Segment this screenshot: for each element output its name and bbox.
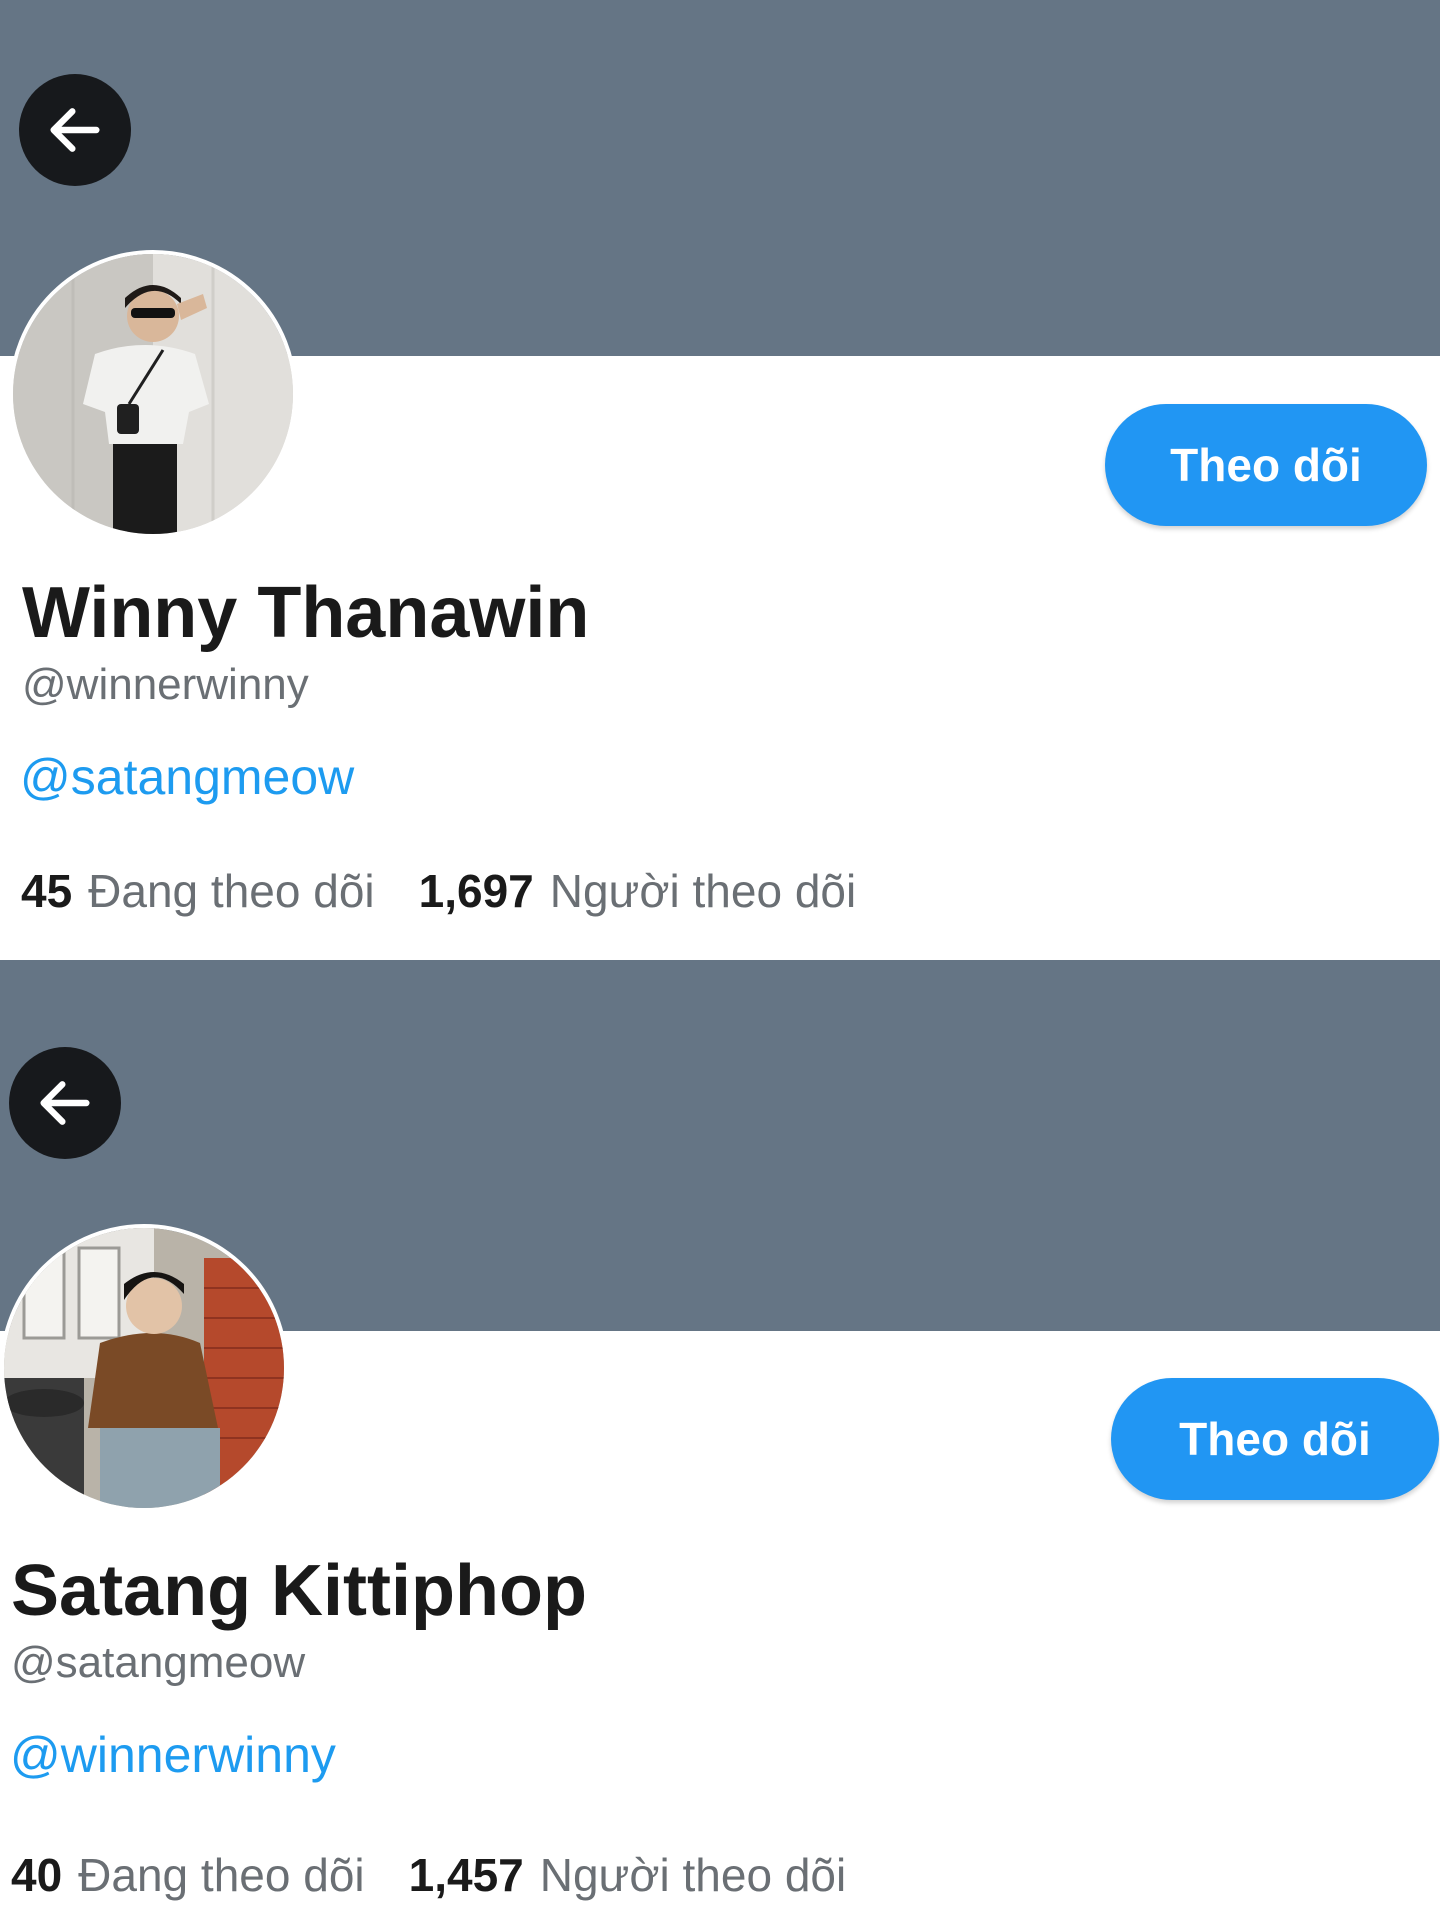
avatar[interactable] <box>9 250 297 538</box>
following-count: 40 <box>11 1849 63 1901</box>
followers-stat[interactable]: 1,457 Người theo dõi <box>409 1848 847 1902</box>
profile-card-winny: Theo dõi Winny Thanawin @winnerwinny @sa… <box>0 0 1440 960</box>
following-count: 45 <box>21 865 73 917</box>
followers-stat[interactable]: 1,697 Người theo dõi <box>419 864 857 918</box>
follow-button[interactable]: Theo dõi <box>1111 1378 1439 1500</box>
following-stat[interactable]: 45 Đang theo dõi <box>21 864 375 918</box>
following-stat[interactable]: 40 Đang theo dõi <box>11 1848 365 1902</box>
bio-mention-link[interactable]: @satangmeow <box>20 748 354 806</box>
arrow-left-icon <box>40 1081 90 1125</box>
follow-button[interactable]: Theo dõi <box>1105 404 1427 526</box>
avatar-photo <box>4 1228 284 1508</box>
arrow-left-icon <box>50 108 100 152</box>
following-label: Đang theo dõi <box>88 865 375 917</box>
display-name: Winny Thanawin <box>22 573 590 653</box>
back-button[interactable] <box>19 74 131 186</box>
avatar[interactable] <box>0 1224 288 1512</box>
profile-card-satang: Theo dõi Satang Kittiphop @satangmeow @w… <box>0 960 1440 1920</box>
follow-stats: 40 Đang theo dõi 1,457 Người theo dõi <box>11 1848 846 1902</box>
followers-count: 1,457 <box>408 1849 524 1901</box>
back-button[interactable] <box>9 1047 121 1159</box>
followers-label: Người theo dõi <box>549 865 857 917</box>
bio-mention-link[interactable]: @winnerwinny <box>10 1726 336 1784</box>
username-handle: @winnerwinny <box>22 660 309 709</box>
followers-label: Người theo dõi <box>539 1849 847 1901</box>
username-handle: @satangmeow <box>11 1638 306 1687</box>
display-name: Satang Kittiphop <box>11 1551 587 1631</box>
followers-count: 1,697 <box>418 865 534 917</box>
following-label: Đang theo dõi <box>78 1849 365 1901</box>
follow-stats: 45 Đang theo dõi 1,697 Người theo dõi <box>21 864 856 918</box>
avatar-photo <box>13 254 293 534</box>
